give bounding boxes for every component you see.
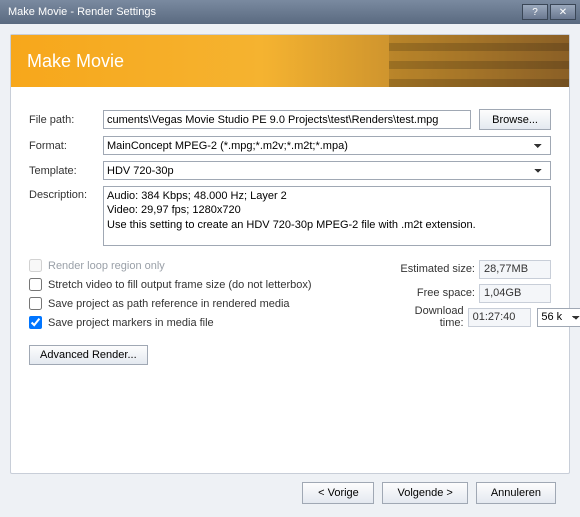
save-markers-checkbox[interactable]: Save project markers in media file: [29, 316, 214, 329]
cancel-button[interactable]: Annuleren: [476, 482, 556, 504]
description-text[interactable]: Audio: 384 Kbps; 48.000 Hz; Layer 2 Vide…: [103, 186, 551, 246]
window-title: Make Movie - Render Settings: [4, 6, 520, 18]
format-label: Format:: [29, 140, 103, 152]
file-path-input[interactable]: [103, 110, 471, 129]
free-space-value: 1,04GB: [479, 284, 551, 303]
template-select[interactable]: HDV 720-30p: [103, 161, 551, 180]
stretch-checkbox[interactable]: Stretch video to fill output frame size …: [29, 278, 312, 291]
file-path-label: File path:: [29, 114, 103, 126]
estimated-size-value: 28,77MB: [479, 260, 551, 279]
download-time-value: 01:27:40: [468, 308, 532, 327]
title-bar: Make Movie - Render Settings ? ✕: [0, 0, 580, 24]
banner: Make Movie: [11, 35, 569, 87]
close-button[interactable]: ✕: [550, 4, 576, 20]
back-button[interactable]: < Vorige: [302, 482, 374, 504]
template-label: Template:: [29, 165, 103, 177]
description-label: Description:: [29, 186, 103, 201]
save-path-ref-checkbox[interactable]: Save project as path reference in render…: [29, 297, 290, 310]
estimated-size-label: Estimated size:: [389, 263, 479, 275]
render-loop-checkbox: Render loop region only: [29, 259, 165, 272]
free-space-label: Free space:: [389, 287, 479, 299]
advanced-render-button[interactable]: Advanced Render...: [29, 345, 148, 365]
browse-button[interactable]: Browse...: [479, 109, 551, 130]
speed-select[interactable]: 56 k: [537, 308, 580, 327]
help-button[interactable]: ?: [522, 4, 548, 20]
next-button[interactable]: Volgende >: [382, 482, 467, 504]
format-select[interactable]: MainConcept MPEG-2 (*.mpg;*.m2v;*.m2t;*.…: [103, 136, 551, 155]
banner-title: Make Movie: [27, 51, 124, 72]
download-time-label: Download time:: [389, 305, 468, 329]
